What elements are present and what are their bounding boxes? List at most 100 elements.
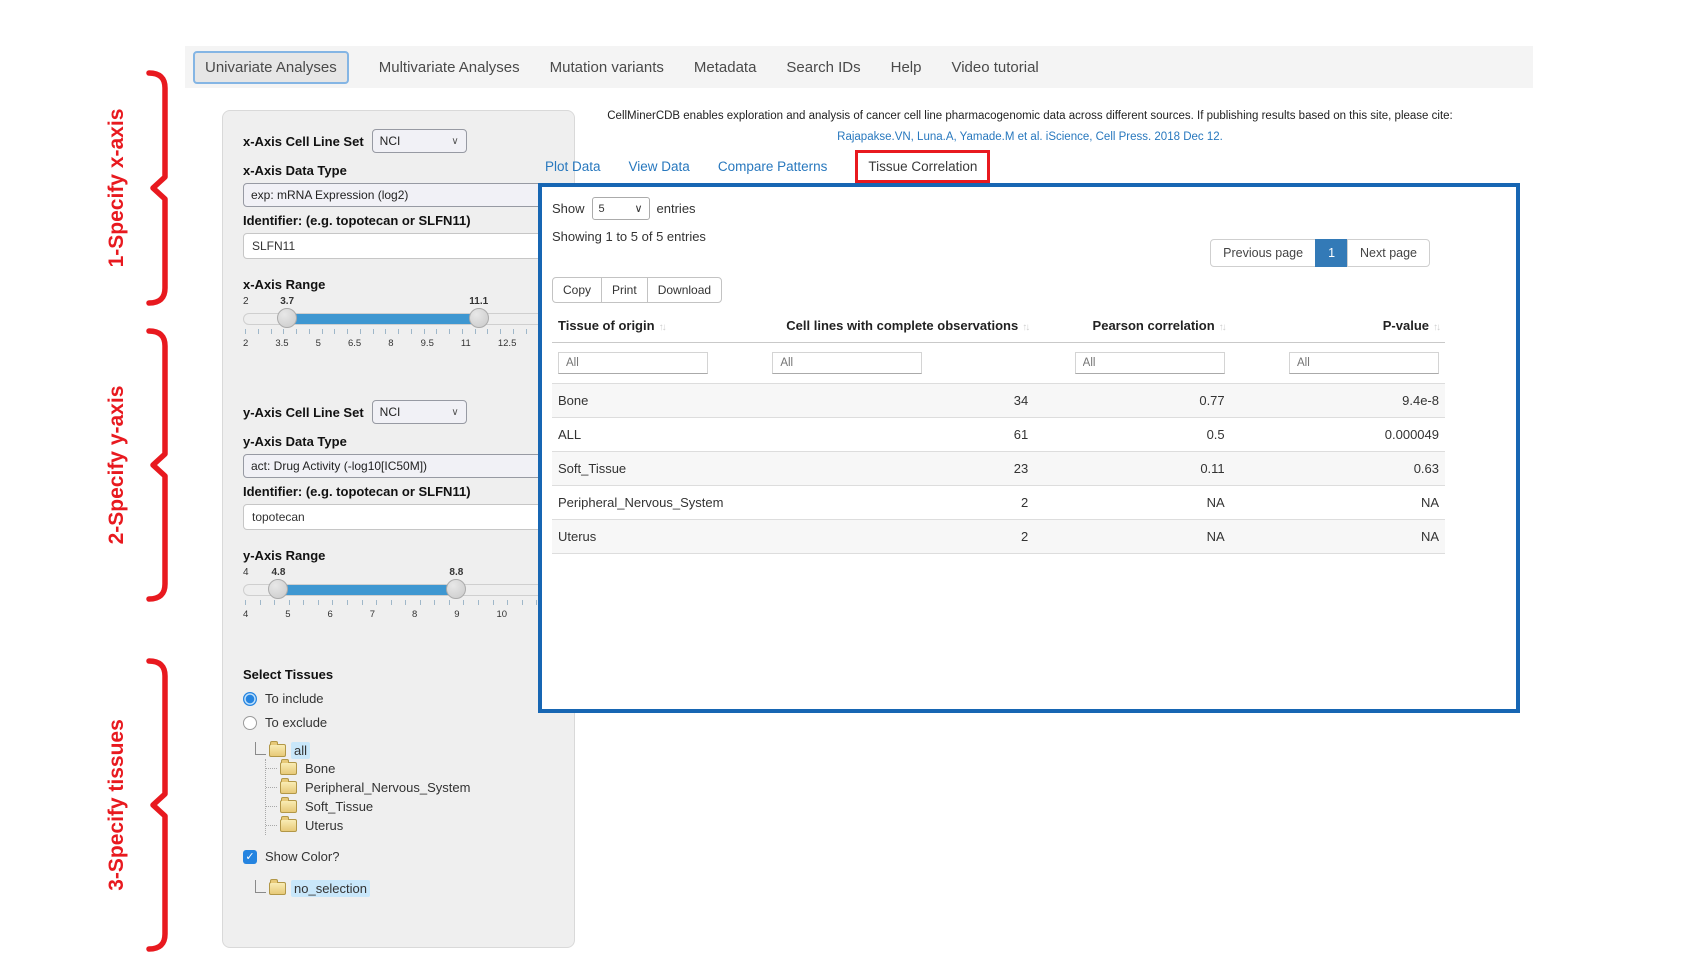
tree-connector (266, 768, 277, 769)
show-color-checkbox[interactable]: ✓ Show Color? (243, 849, 554, 864)
tree-node-bone[interactable]: Bone (266, 759, 554, 778)
tree-node-label: Peripheral_Nervous_System (302, 779, 473, 796)
y-range-track[interactable] (243, 584, 554, 596)
x-data-type-value: exp: mRNA Expression (log2) (251, 188, 408, 202)
tree-node-label: no_selection (291, 880, 370, 897)
page-size-select[interactable]: 5 ∨ (592, 197, 650, 220)
y-cell-line-set-value: NCI (380, 405, 401, 419)
y-range-slider: 4 4.8 8.8 11 4567891011 (243, 567, 554, 625)
nav-tab-search-ids[interactable]: Search IDs (786, 59, 860, 76)
table-row: Bone 34 0.77 9.4e-8 (552, 384, 1445, 418)
y-data-type-value: act: Drug Activity (-log10[IC50M]) (251, 459, 427, 473)
y-range-handle-high[interactable] (446, 579, 466, 599)
y-data-type-select[interactable]: act: Drug Activity (-log10[IC50M]) ∨ (243, 454, 554, 478)
nav-tab-label: Multivariate Analyses (379, 59, 520, 76)
x-identifier-input[interactable] (243, 233, 554, 259)
sort-icon: ↑↓ (1433, 322, 1439, 333)
table-row: Uterus 2 NA NA (552, 520, 1445, 554)
tab-tissue-correlation[interactable]: Tissue Correlation (855, 150, 990, 183)
cell-p-value: 0.000049 (1231, 418, 1445, 452)
header-tissue-of-origin[interactable]: Tissue of origin↑↓ (552, 309, 766, 343)
page-size-value: 5 (599, 203, 605, 215)
table-header-row: Tissue of origin↑↓ Cell lines with compl… (552, 309, 1445, 343)
filter-tissue-input[interactable] (558, 352, 708, 374)
cell-p-value: NA (1231, 520, 1445, 554)
show-color-label: Show Color? (265, 849, 339, 864)
tree-node-label: Uterus (302, 817, 346, 834)
nav-tab-multivariate-analyses[interactable]: Multivariate Analyses (379, 59, 520, 76)
next-page-button[interactable]: Next page (1347, 239, 1430, 267)
x-range-handle-high[interactable] (469, 308, 489, 328)
previous-page-button[interactable]: Previous page (1210, 239, 1316, 267)
tree-node-all[interactable]: all (255, 742, 554, 759)
nav-tab-univariate-analyses[interactable]: Univariate Analyses (193, 51, 349, 84)
radio-selected-icon (243, 692, 257, 706)
cell-pearson: 0.77 (1034, 384, 1230, 418)
tree-connector (266, 806, 277, 807)
header-pearson-correlation[interactable]: Pearson correlation↑↓ (1034, 309, 1230, 343)
tissue-tree: all Bone Peripheral_Nervous_System Soft_… (243, 742, 554, 835)
tissue-correlation-panel: Show 5 ∨ entries Showing 1 to 5 of 5 ent… (538, 183, 1520, 713)
table-filter-row (552, 343, 1445, 384)
checkbox-checked-icon: ✓ (243, 850, 257, 864)
cell-pearson: 0.11 (1034, 452, 1230, 486)
showing-entries-text: Showing 1 to 5 of 5 entries (552, 229, 706, 244)
folder-icon (280, 781, 297, 794)
y-identifier-input[interactable] (243, 504, 554, 530)
top-navbar: Univariate Analyses Multivariate Analyse… (185, 46, 1533, 88)
cell-count: 2 (766, 486, 1034, 520)
citation-link[interactable]: Rajapakse.VN, Luna.A, Yamade.M et al. iS… (538, 131, 1522, 143)
tree-node-peripheral-nervous-system[interactable]: Peripheral_Nervous_System (266, 778, 554, 797)
folder-icon (280, 819, 297, 832)
x-data-type-select[interactable]: exp: mRNA Expression (log2) ∨ (243, 183, 554, 207)
tree-node-soft-tissue[interactable]: Soft_Tissue (266, 797, 554, 816)
exclude-radio-label: To exclude (265, 715, 327, 730)
nav-tab-help[interactable]: Help (891, 59, 922, 76)
filter-pearson-input[interactable] (1075, 352, 1225, 374)
annotation-step3-bracket (146, 656, 170, 954)
cell-count: 34 (766, 384, 1034, 418)
sort-icon: ↑↓ (659, 322, 665, 333)
x-data-type-label: x-Axis Data Type (243, 163, 554, 178)
x-range-selected (288, 314, 478, 324)
page-1-button[interactable]: 1 (1315, 239, 1348, 267)
y-cell-line-set-label: y-Axis Cell Line Set (243, 405, 364, 420)
tree-node-label: Bone (302, 760, 338, 777)
nav-tab-mutation-variants[interactable]: Mutation variants (550, 59, 664, 76)
header-cell-lines[interactable]: Cell lines with complete observations↑↓ (766, 309, 1034, 343)
y-cell-line-set-select[interactable]: NCI ∨ (372, 400, 467, 424)
tab-view-data[interactable]: View Data (629, 159, 690, 174)
tissues-exclude-radio[interactable]: To exclude (243, 715, 554, 730)
nav-tab-video-tutorial[interactable]: Video tutorial (951, 59, 1038, 76)
x-range-tick-labels: 23.556.589.51112.514 (243, 338, 554, 349)
tree-children: Bone Peripheral_Nervous_System Soft_Tiss… (265, 759, 554, 835)
y-range-handle-low[interactable] (268, 579, 288, 599)
download-button[interactable]: Download (647, 277, 722, 303)
x-range-slider: 2 3.7 11.1 14 23.556.589.51112.514 (243, 296, 554, 354)
y-identifier-label: Identifier: (e.g. topotecan or SLFN11) (243, 484, 554, 499)
header-p-value[interactable]: P-value↑↓ (1231, 309, 1445, 343)
cell-pearson: NA (1034, 520, 1230, 554)
tree-node-no-selection[interactable]: no_selection (255, 880, 554, 897)
filter-p-value-input[interactable] (1289, 352, 1439, 374)
folder-icon (280, 800, 297, 813)
app-description: CellMinerCDB enables exploration and ana… (538, 110, 1522, 122)
tree-node-label: Soft_Tissue (302, 798, 376, 815)
print-button[interactable]: Print (601, 277, 648, 303)
folder-icon (280, 762, 297, 775)
tree-node-uterus[interactable]: Uterus (266, 816, 554, 835)
x-range-handle-low[interactable] (277, 308, 297, 328)
tab-compare-patterns[interactable]: Compare Patterns (718, 159, 828, 174)
cell-count: 23 (766, 452, 1034, 486)
tree-connector (266, 825, 277, 826)
filter-cell-lines-input[interactable] (772, 352, 922, 374)
copy-button[interactable]: Copy (552, 277, 602, 303)
tissues-include-radio[interactable]: To include (243, 691, 554, 706)
tab-plot-data[interactable]: Plot Data (545, 159, 601, 174)
entries-label: entries (657, 201, 696, 216)
tree-connector (266, 787, 277, 788)
nav-tab-metadata[interactable]: Metadata (694, 59, 757, 76)
tissue-correlation-table: Tissue of origin↑↓ Cell lines with compl… (552, 309, 1445, 554)
x-cell-line-set-select[interactable]: NCI ∨ (372, 129, 467, 153)
y-range-label: y-Axis Range (243, 548, 554, 563)
